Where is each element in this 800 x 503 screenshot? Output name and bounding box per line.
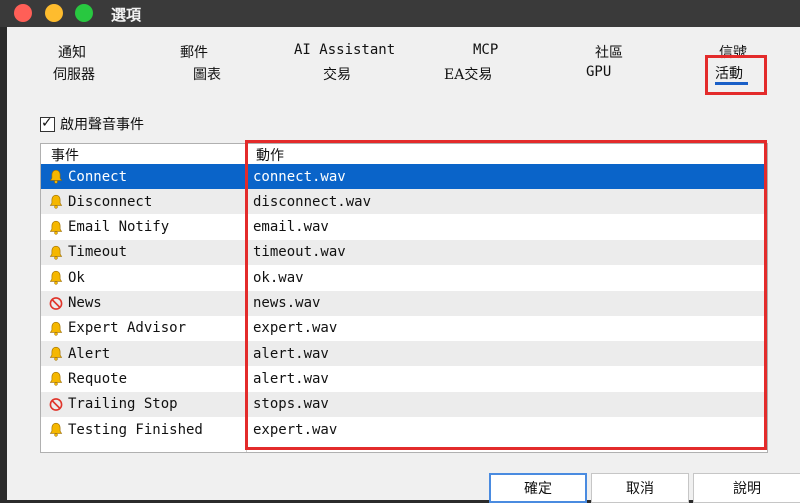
column-header-event[interactable]: 事件 (51, 145, 79, 165)
event-name: Email Notify (68, 219, 170, 236)
bell-icon (49, 371, 63, 387)
event-name: Disconnect (68, 193, 153, 210)
checkmark-icon: ✓ (41, 114, 53, 131)
disabled-icon (49, 397, 63, 412)
tab-expert-advisors[interactable]: EA交易 (444, 64, 492, 84)
minimize-window-button[interactable] (45, 4, 63, 22)
event-name: Expert Advisor (68, 320, 187, 337)
enable-sound-checkbox[interactable]: ✓ (40, 114, 55, 132)
ok-button[interactable]: 確定 (489, 473, 587, 503)
event-name: Ok (68, 269, 85, 286)
tab-ai-assistant[interactable]: AI Assistant (294, 42, 395, 58)
bell-icon (49, 270, 63, 285)
action-column-highlight-box (245, 140, 767, 450)
help-button[interactable]: 說明 (693, 473, 800, 503)
event-name: Timeout (68, 244, 128, 261)
bell-icon (49, 321, 63, 336)
tab-trade[interactable]: 交易 (323, 64, 351, 84)
title-bar: 選項 (0, 0, 800, 27)
enable-sound-label: 啟用聲音事件 (60, 117, 144, 133)
close-window-button[interactable] (14, 4, 32, 22)
event-name: News (68, 295, 102, 311)
bell-icon (49, 245, 63, 260)
tab-mcp[interactable]: MCP (473, 42, 498, 58)
options-dialog: 通知 郵件 AI Assistant MCP 社區 信號 伺服器 圖表 交易 E… (7, 27, 800, 503)
event-name: Alert (68, 345, 111, 362)
disabled-icon (49, 296, 63, 311)
window-title: 選項 (111, 6, 142, 24)
bell-icon (49, 346, 63, 361)
bell-icon (49, 422, 63, 437)
enable-sound-row[interactable]: ✓ 啟用聲音事件 (40, 114, 144, 134)
bell-icon (49, 220, 63, 235)
tab-charts[interactable]: 圖表 (193, 64, 221, 84)
tab-gpu[interactable]: GPU (586, 64, 611, 80)
event-name: Trailing Stop (68, 396, 178, 413)
bell-icon (49, 194, 63, 209)
tab-server[interactable]: 伺服器 (53, 64, 95, 84)
tab-notifications[interactable]: 通知 (58, 42, 86, 62)
cancel-button[interactable]: 取消 (591, 473, 689, 503)
bell-icon (49, 169, 63, 184)
zoom-window-button[interactable] (75, 4, 93, 22)
event-name: Requote (68, 370, 128, 387)
event-name: Testing Finished (68, 421, 203, 438)
tab-email[interactable]: 郵件 (180, 42, 208, 62)
event-name: Connect (68, 168, 128, 185)
tab-community[interactable]: 社區 (595, 42, 623, 62)
tab-highlight-box (705, 55, 767, 95)
